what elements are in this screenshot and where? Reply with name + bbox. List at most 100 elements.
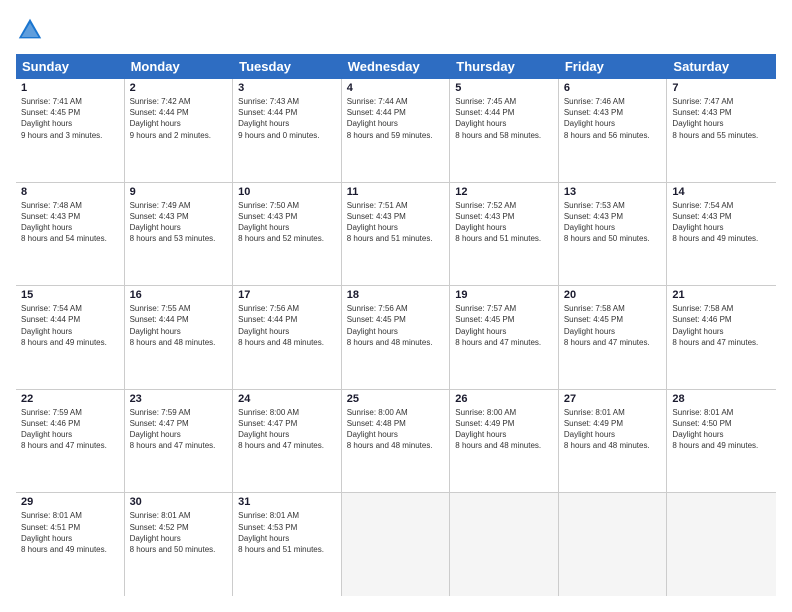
- header-day-wednesday: Wednesday: [342, 54, 451, 79]
- day-number: 2: [130, 82, 228, 94]
- calendar-day-12: 12 Sunrise: 7:52 AMSunset: 4:43 PMDayligh…: [450, 183, 559, 286]
- calendar-header: SundayMondayTuesdayWednesdayThursdayFrid…: [16, 54, 776, 79]
- day-info: Sunrise: 7:44 AMSunset: 4:44 PMDaylight …: [347, 96, 445, 141]
- day-info: Sunrise: 7:46 AMSunset: 4:43 PMDaylight …: [564, 96, 662, 141]
- header-day-friday: Friday: [559, 54, 668, 79]
- day-info: Sunrise: 8:00 AMSunset: 4:48 PMDaylight …: [347, 407, 445, 452]
- day-info: Sunrise: 7:54 AMSunset: 4:44 PMDaylight …: [21, 303, 119, 348]
- header-day-saturday: Saturday: [667, 54, 776, 79]
- day-number: 15: [21, 289, 119, 301]
- empty-cell: [667, 493, 776, 596]
- day-info: Sunrise: 7:49 AMSunset: 4:43 PMDaylight …: [130, 200, 228, 245]
- calendar-week-1: 1Sunrise: 7:41 AMSunset: 4:45 PMDaylight…: [16, 79, 776, 183]
- day-info: Sunrise: 7:42 AMSunset: 4:44 PMDaylight …: [130, 96, 228, 141]
- day-number: 30: [130, 496, 228, 508]
- day-info: Sunrise: 7:53 AMSunset: 4:43 PMDaylight …: [564, 200, 662, 245]
- calendar-day-14: 14 Sunrise: 7:54 AMSunset: 4:43 PMDayligh…: [667, 183, 776, 286]
- day-number: 14: [672, 186, 771, 198]
- calendar-day-24: 24Sunrise: 8:00 AMSunset: 4:47 PMDayligh…: [233, 390, 342, 493]
- calendar-day-18: 18 Sunrise: 7:56 AMSunset: 4:45 PMDayligh…: [342, 286, 451, 389]
- day-info: Sunrise: 8:01 AMSunset: 4:53 PMDaylight …: [238, 510, 336, 555]
- calendar-body: 1Sunrise: 7:41 AMSunset: 4:45 PMDaylight…: [16, 79, 776, 596]
- calendar-day-9: 9 Sunrise: 7:49 AMSunset: 4:43 PMDaylight…: [125, 183, 234, 286]
- day-info: Sunrise: 7:57 AMSunset: 4:45 PMDaylight …: [455, 303, 553, 348]
- calendar-day-5: 5 Sunrise: 7:45 AMSunset: 4:44 PMDaylight…: [450, 79, 559, 182]
- calendar-day-3: 3 Sunrise: 7:43 AMSunset: 4:44 PMDaylight…: [233, 79, 342, 182]
- calendar-week-2: 8 Sunrise: 7:48 AMSunset: 4:43 PMDaylight…: [16, 183, 776, 287]
- day-info: Sunrise: 8:01 AMSunset: 4:49 PMDaylight …: [564, 407, 662, 452]
- calendar-day-25: 25 Sunrise: 8:00 AMSunset: 4:48 PMDayligh…: [342, 390, 451, 493]
- day-info: Sunrise: 7:41 AMSunset: 4:45 PMDaylight …: [21, 96, 119, 141]
- calendar-day-6: 6Sunrise: 7:46 AMSunset: 4:43 PMDaylight…: [559, 79, 668, 182]
- day-info: Sunrise: 7:43 AMSunset: 4:44 PMDaylight …: [238, 96, 336, 141]
- day-number: 10: [238, 186, 336, 198]
- day-number: 25: [347, 393, 445, 405]
- day-number: 29: [21, 496, 119, 508]
- calendar-day-13: 13 Sunrise: 7:53 AMSunset: 4:43 PMDayligh…: [559, 183, 668, 286]
- day-number: 16: [130, 289, 228, 301]
- empty-cell: [450, 493, 559, 596]
- day-number: 17: [238, 289, 336, 301]
- day-info: Sunrise: 7:59 AMSunset: 4:46 PMDaylight …: [21, 407, 119, 452]
- calendar-day-19: 19 Sunrise: 7:57 AMSunset: 4:45 PMDayligh…: [450, 286, 559, 389]
- calendar-day-4: 4 Sunrise: 7:44 AMSunset: 4:44 PMDaylight…: [342, 79, 451, 182]
- day-info: Sunrise: 7:58 AMSunset: 4:45 PMDaylight …: [564, 303, 662, 348]
- day-info: Sunrise: 8:01 AMSunset: 4:52 PMDaylight …: [130, 510, 228, 555]
- calendar-day-7: 7 Sunrise: 7:47 AMSunset: 4:43 PMDaylight…: [667, 79, 776, 182]
- page: SundayMondayTuesdayWednesdayThursdayFrid…: [0, 0, 792, 612]
- calendar-day-16: 16Sunrise: 7:55 AMSunset: 4:44 PMDayligh…: [125, 286, 234, 389]
- day-info: Sunrise: 7:52 AMSunset: 4:43 PMDaylight …: [455, 200, 553, 245]
- day-info: Sunrise: 8:00 AMSunset: 4:49 PMDaylight …: [455, 407, 553, 452]
- calendar-day-26: 26 Sunrise: 8:00 AMSunset: 4:49 PMDayligh…: [450, 390, 559, 493]
- day-number: 20: [564, 289, 662, 301]
- day-info: Sunrise: 7:51 AMSunset: 4:43 PMDaylight …: [347, 200, 445, 245]
- calendar-day-21: 21Sunrise: 7:58 AMSunset: 4:46 PMDayligh…: [667, 286, 776, 389]
- logo: [16, 16, 48, 44]
- day-number: 7: [672, 82, 771, 94]
- day-number: 19: [455, 289, 553, 301]
- day-number: 9: [130, 186, 228, 198]
- day-number: 24: [238, 393, 336, 405]
- day-number: 22: [21, 393, 119, 405]
- day-number: 3: [238, 82, 336, 94]
- calendar-day-1: 1Sunrise: 7:41 AMSunset: 4:45 PMDaylight…: [16, 79, 125, 182]
- day-info: Sunrise: 7:47 AMSunset: 4:43 PMDaylight …: [672, 96, 771, 141]
- calendar-day-29: 29 Sunrise: 8:01 AMSunset: 4:51 PMDayligh…: [16, 493, 125, 596]
- calendar-day-8: 8 Sunrise: 7:48 AMSunset: 4:43 PMDaylight…: [16, 183, 125, 286]
- day-number: 28: [672, 393, 771, 405]
- day-number: 5: [455, 82, 553, 94]
- day-number: 26: [455, 393, 553, 405]
- day-number: 21: [672, 289, 771, 301]
- day-number: 13: [564, 186, 662, 198]
- day-number: 8: [21, 186, 119, 198]
- header-day-monday: Monday: [125, 54, 234, 79]
- header-day-tuesday: Tuesday: [233, 54, 342, 79]
- day-number: 12: [455, 186, 553, 198]
- calendar-week-5: 29 Sunrise: 8:01 AMSunset: 4:51 PMDayligh…: [16, 493, 776, 596]
- calendar-day-11: 11 Sunrise: 7:51 AMSunset: 4:43 PMDayligh…: [342, 183, 451, 286]
- logo-icon: [16, 16, 44, 44]
- day-info: Sunrise: 8:01 AMSunset: 4:51 PMDaylight …: [21, 510, 119, 555]
- day-number: 27: [564, 393, 662, 405]
- day-info: Sunrise: 7:54 AMSunset: 4:43 PMDaylight …: [672, 200, 771, 245]
- calendar-day-22: 22 Sunrise: 7:59 AMSunset: 4:46 PMDayligh…: [16, 390, 125, 493]
- calendar-day-17: 17Sunrise: 7:56 AMSunset: 4:44 PMDayligh…: [233, 286, 342, 389]
- header-day-sunday: Sunday: [16, 54, 125, 79]
- calendar-day-27: 27 Sunrise: 8:01 AMSunset: 4:49 PMDayligh…: [559, 390, 668, 493]
- day-number: 18: [347, 289, 445, 301]
- day-info: Sunrise: 7:56 AMSunset: 4:45 PMDaylight …: [347, 303, 445, 348]
- calendar-week-4: 22 Sunrise: 7:59 AMSunset: 4:46 PMDayligh…: [16, 390, 776, 494]
- calendar: SundayMondayTuesdayWednesdayThursdayFrid…: [16, 54, 776, 596]
- day-info: Sunrise: 7:50 AMSunset: 4:43 PMDaylight …: [238, 200, 336, 245]
- calendar-day-15: 15 Sunrise: 7:54 AMSunset: 4:44 PMDayligh…: [16, 286, 125, 389]
- calendar-day-30: 30 Sunrise: 8:01 AMSunset: 4:52 PMDayligh…: [125, 493, 234, 596]
- day-info: Sunrise: 7:48 AMSunset: 4:43 PMDaylight …: [21, 200, 119, 245]
- day-info: Sunrise: 7:45 AMSunset: 4:44 PMDaylight …: [455, 96, 553, 141]
- day-number: 4: [347, 82, 445, 94]
- day-info: Sunrise: 8:01 AMSunset: 4:50 PMDaylight …: [672, 407, 771, 452]
- header: [16, 16, 776, 44]
- calendar-day-28: 28 Sunrise: 8:01 AMSunset: 4:50 PMDayligh…: [667, 390, 776, 493]
- empty-cell: [342, 493, 451, 596]
- day-info: Sunrise: 7:59 AMSunset: 4:47 PMDaylight …: [130, 407, 228, 452]
- day-number: 11: [347, 186, 445, 198]
